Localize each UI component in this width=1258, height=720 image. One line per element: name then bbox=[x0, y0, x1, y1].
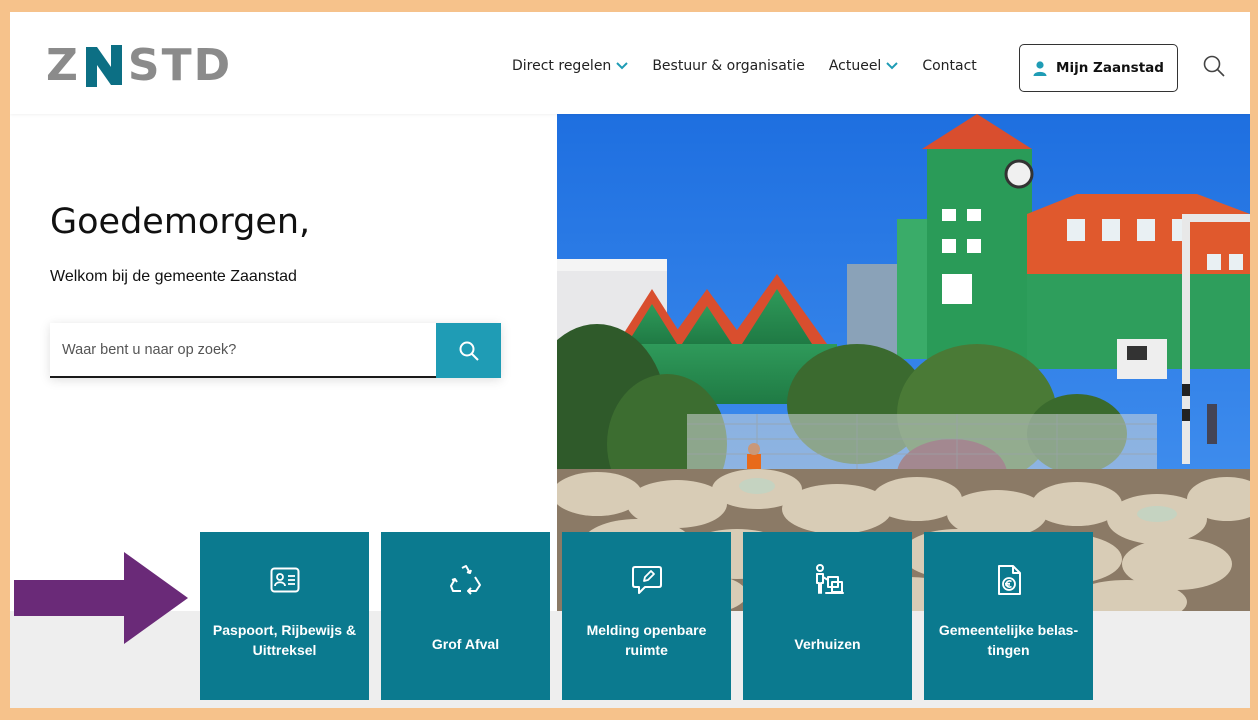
logo-letters-std: STD bbox=[127, 40, 233, 91]
report-chat-icon bbox=[631, 566, 662, 594]
tile-label-line: Gemeentelijke belas- bbox=[938, 622, 1079, 638]
tile-label: Gemeentelijke belas- tingen bbox=[930, 620, 1087, 660]
nav-label: Contact bbox=[922, 58, 977, 74]
tile-label: Paspoort, Rijbewijs & Uittreksel bbox=[206, 620, 363, 660]
tile-label-line: Uittreksel bbox=[252, 642, 317, 658]
tax-document-icon bbox=[997, 565, 1021, 595]
tile-paspoort[interactable]: Paspoort, Rijbewijs & Uittreksel bbox=[200, 532, 369, 700]
logo-n-mark-icon bbox=[85, 45, 122, 87]
tile-label: Verhuizen bbox=[749, 634, 906, 654]
recycle-icon bbox=[449, 565, 481, 595]
mijn-zaanstad-button[interactable]: Mijn Zaanstad bbox=[1019, 44, 1178, 92]
search-icon[interactable] bbox=[1202, 54, 1226, 78]
site-search bbox=[50, 323, 501, 378]
welcome-text: Welkom bij de gemeente Zaanstad bbox=[50, 268, 297, 285]
tile-verhuizen[interactable]: Verhuizen bbox=[743, 532, 912, 700]
chevron-down-icon bbox=[886, 62, 899, 70]
tile-label-line: Paspoort, Rijbewijs & bbox=[212, 622, 357, 638]
id-card-icon bbox=[270, 567, 299, 593]
tile-label-line: ruimte bbox=[625, 642, 668, 658]
search-input[interactable] bbox=[50, 323, 436, 378]
tile-belastingen[interactable]: Gemeentelijke belas- tingen bbox=[924, 532, 1093, 700]
search-icon bbox=[459, 341, 479, 361]
tile-label-line: Verhuizen bbox=[794, 636, 861, 652]
nav-item-bestuur[interactable]: Bestuur & organisatie bbox=[652, 58, 805, 74]
chevron-down-icon bbox=[616, 62, 629, 70]
nav-item-actueel[interactable]: Actueel bbox=[829, 58, 899, 74]
main-nav: Direct regelen Bestuur & organisatie Act… bbox=[512, 58, 1001, 74]
tile-label: Melding openbare ruimte bbox=[568, 620, 725, 660]
nav-label: Actueel bbox=[828, 58, 882, 74]
nav-item-contact[interactable]: Contact bbox=[922, 58, 976, 74]
tile-label-line: Grof Afval bbox=[431, 636, 500, 652]
tile-grof-afval[interactable]: Grof Afval bbox=[381, 532, 550, 700]
tile-label: Grof Afval bbox=[387, 634, 544, 654]
greeting-heading: Goedemorgen, bbox=[50, 202, 311, 242]
tile-label-line: tingen bbox=[987, 642, 1030, 658]
nav-label: Bestuur & organisatie bbox=[652, 58, 805, 74]
zaanstad-logo[interactable]: Z STD bbox=[46, 38, 232, 94]
search-submit-button[interactable] bbox=[436, 323, 501, 378]
pointer-arrow-icon bbox=[14, 552, 188, 644]
moving-icon bbox=[815, 564, 844, 594]
page-frame: Z STD Direct regelen Bestuur & organisat… bbox=[10, 12, 1250, 708]
user-icon bbox=[1033, 60, 1047, 76]
site-header: Z STD Direct regelen Bestuur & organisat… bbox=[10, 12, 1250, 114]
logo-letter-z: Z bbox=[46, 40, 80, 91]
tile-melding[interactable]: Melding openbare ruimte bbox=[562, 532, 731, 700]
nav-item-direct-regelen[interactable]: Direct regelen bbox=[512, 58, 629, 74]
tile-label-line: Melding openbare bbox=[586, 622, 707, 638]
nav-label: Direct regelen bbox=[512, 58, 612, 74]
mijn-zaanstad-label: Mijn Zaanstad bbox=[1056, 60, 1164, 76]
